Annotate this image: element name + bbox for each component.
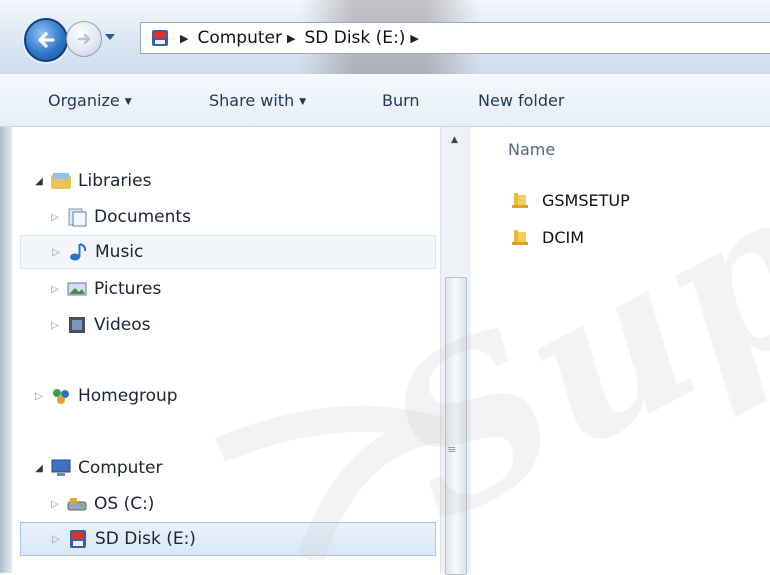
nav-item-label: OS (C:) [94,494,155,514]
back-button[interactable] [24,18,68,62]
new-folder-button[interactable]: New folder [478,91,564,110]
nav-pane-scrollbar[interactable]: ▲ ≡ [440,127,472,575]
command-toolbar: Organize ▼ Share with ▼ Burn New folder [0,74,770,127]
nav-item-label: Libraries [78,171,152,191]
collapse-arrow-icon[interactable]: ◢ [32,176,46,187]
address-bar-area: ▶ Computer ▶ SD Disk (E:) ▶ [0,0,770,75]
window-left-edge [0,127,12,573]
nav-item-label: Computer [78,458,163,478]
expand-arrow-icon[interactable]: ▷ [49,534,63,545]
chevron-down-icon: ▼ [299,97,307,107]
chevron-down-icon: ▼ [124,97,132,107]
videos-icon [69,317,85,333]
nav-item-os-c[interactable]: ▷ OS (C:) [48,487,432,521]
expand-arrow-icon[interactable]: ▷ [48,320,62,331]
organize-label: Organize [48,91,120,110]
breadcrumb-separator-icon[interactable]: ▶ [410,32,418,45]
breadcrumb-sd-disk[interactable]: SD Disk (E:) [304,28,405,48]
expand-arrow-icon[interactable]: ▷ [32,391,46,402]
folder-icon [512,230,528,245]
share-with-menu-button[interactable]: Share with ▼ [209,91,306,110]
nav-item-music[interactable]: ▷ Music [20,235,436,269]
expand-arrow-icon[interactable]: ▷ [49,247,63,258]
file-name: GSMSETUP [542,190,630,210]
documents-icon [68,208,87,227]
nav-item-computer[interactable]: ◢ Computer [32,451,432,485]
nav-item-label: Pictures [94,279,162,299]
file-name: DCIM [542,227,585,247]
expand-arrow-icon[interactable]: ▷ [48,499,62,510]
nav-item-label: Music [95,242,144,262]
forward-button[interactable] [66,21,102,57]
file-item-dcim[interactable]: DCIM [510,222,584,252]
recent-pages-dropdown-icon[interactable] [104,30,116,44]
nav-item-label: Homegroup [78,386,178,406]
nav-item-pictures[interactable]: ▷ Pictures [48,272,432,306]
hard-drive-icon [67,498,87,511]
nav-item-label: Documents [94,207,191,227]
share-with-label: Share with [209,91,295,110]
scrollbar-thumb[interactable] [445,277,467,575]
burn-button[interactable]: Burn [382,91,420,110]
scroll-grip-icon: ≡ [447,443,457,456]
nav-item-label: Videos [94,315,151,335]
nav-item-sd-disk[interactable]: ▷ SD Disk (E:) [20,522,436,556]
pictures-icon [67,282,87,296]
homegroup-icon [53,389,69,404]
nav-item-libraries[interactable]: ◢ Libraries [32,164,432,198]
computer-icon [51,459,71,476]
expand-arrow-icon[interactable]: ▷ [48,284,62,295]
nav-item-documents[interactable]: ▷ Documents [48,200,432,234]
back-arrow-icon [38,32,55,48]
breadcrumb-computer[interactable]: Computer [197,28,282,48]
libraries-icon [51,173,71,189]
sd-drive-icon [152,30,168,46]
music-icon [70,243,87,261]
address-path-box[interactable]: ▶ Computer ▶ SD Disk (E:) ▶ [140,22,770,54]
expand-arrow-icon[interactable]: ▷ [48,212,62,223]
organize-menu-button[interactable]: Organize ▼ [48,91,132,110]
folder-icon [512,193,528,208]
nav-item-label: SD Disk (E:) [95,529,196,549]
column-header-name[interactable]: Name [508,140,555,159]
nav-item-homegroup[interactable]: ▷ Homegroup [32,379,432,413]
nav-item-videos[interactable]: ▷ Videos [48,308,432,342]
breadcrumb-separator-icon[interactable]: ▶ [180,32,188,45]
collapse-arrow-icon[interactable]: ◢ [32,463,46,474]
sd-drive-icon [70,530,86,548]
forward-arrow-icon [77,33,91,45]
file-item-gsmsetup[interactable]: GSMSETUP [510,185,630,215]
scroll-up-arrow-icon[interactable]: ▲ [451,135,458,145]
breadcrumb-separator-icon[interactable]: ▶ [287,32,295,45]
